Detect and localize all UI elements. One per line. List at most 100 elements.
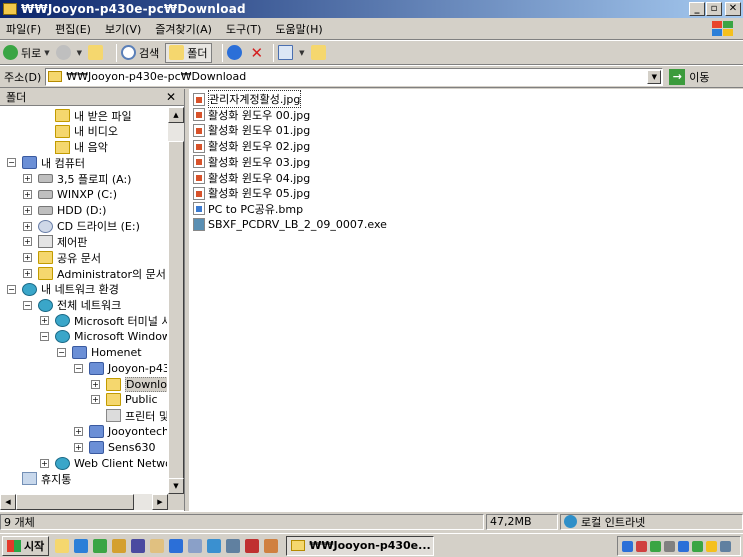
tree-item[interactable]: − 전체 네트워크 [23,298,121,313]
title-bar[interactable]: ₩₩Jooyon-p430e-pc₩Download _ ▫ ✕ [0,0,743,18]
expand-icon[interactable]: + [23,221,32,231]
tree-item[interactable]: 내 음악 [55,140,108,155]
go-button[interactable]: → 이동 [669,68,710,85]
tree-item[interactable]: + Administrator의 문서 [23,266,166,281]
tree-item[interactable]: + 공유 문서 [23,250,101,265]
file-item[interactable]: 활성화 윈도우 04.jpg [193,170,310,186]
file-item[interactable]: SBXF_PCDRV_LB_2_09_0007.exe [193,217,387,233]
address-input[interactable]: ₩₩Jooyon-p430e-pc₩Download ▼ [45,67,664,86]
collapse-icon[interactable]: − [74,363,83,373]
close-folders-pane-button[interactable]: ✕ [166,90,176,104]
file-item[interactable]: 활성화 윈도우 03.jpg [193,154,310,170]
views-button[interactable]: ▼ [278,45,305,60]
tree-item[interactable]: + Jooyontech [74,424,167,439]
tree-item[interactable]: − 내 네트워크 환경 [7,282,119,297]
tree-item[interactable]: + Sens630 [74,440,155,455]
menu-tools[interactable]: 도구(T) [226,21,262,37]
tree-item[interactable]: + WINXP (C:) [23,187,117,202]
delete-button[interactable]: ✕ [251,44,264,62]
menu-help[interactable]: 도움말(H) [275,21,322,37]
expand-icon[interactable]: + [23,237,32,247]
expand-icon[interactable]: + [23,253,32,263]
expand-icon[interactable]: + [23,269,32,278]
collapse-icon[interactable]: − [40,332,49,342]
scroll-left-button[interactable]: ◀ [0,494,16,510]
tray-icon[interactable] [692,540,703,552]
minimize-button[interactable]: _ [689,2,705,16]
tree-item[interactable]: + Download [91,376,167,392]
app-icon[interactable] [112,538,127,553]
tree-item[interactable]: + Microsoft 터미널 서 [40,313,167,328]
file-item[interactable]: 활성화 윈도우 01.jpg [193,122,310,138]
menu-view[interactable]: 보기(V) [105,21,141,37]
app-icon[interactable] [207,538,222,553]
tray-icon[interactable] [706,540,717,552]
tree-item[interactable]: − Homenet [57,345,142,360]
expand-icon[interactable]: + [91,395,100,405]
taskbar-window-button[interactable]: ₩₩Jooyon-p430e... [286,535,435,556]
file-item[interactable]: 활성화 윈도우 05.jpg [193,185,310,201]
scroll-down-button[interactable]: ▼ [168,478,184,494]
tray-icon[interactable] [622,540,633,552]
tray-icon[interactable] [678,540,689,552]
app-icon[interactable] [131,538,146,553]
file-item[interactable]: 활성화 윈도우 00.jpg [193,107,310,123]
address-dropdown-button[interactable]: ▼ [647,69,662,84]
tree-item[interactable]: + CD 드라이브 (E:) [23,219,140,234]
expand-icon[interactable]: + [74,427,83,436]
expand-icon[interactable]: + [40,458,49,468]
tree-item[interactable]: − Microsoft Windows [40,329,167,344]
vertical-scrollbar[interactable]: ▲ ▼ [168,107,184,494]
app-icon[interactable] [93,538,108,553]
app-icon[interactable] [169,538,184,553]
tree-item[interactable]: 휴지통 [22,471,71,486]
collapse-icon[interactable]: − [7,284,16,294]
app-icon[interactable] [264,538,279,553]
close-button[interactable]: ✕ [725,2,741,16]
scroll-up-button[interactable]: ▲ [168,107,184,123]
explorer-icon[interactable] [55,538,70,553]
tray-icon[interactable] [720,540,731,552]
tree-item[interactable]: 프린터 및 [106,408,167,423]
tray-icon[interactable] [650,540,661,552]
forward-button[interactable]: ▼ [55,45,82,60]
tree-item[interactable]: + 제어판 [23,234,87,249]
file-item[interactable]: 활성화 윈도우 02.jpg [193,138,310,154]
folders-button[interactable]: 폴더 [165,42,212,63]
expand-icon[interactable]: + [23,190,32,199]
up-folder-button[interactable] [88,45,106,60]
tree-item[interactable]: + HDD (D:) [23,203,106,218]
tree-item[interactable]: 내 비디오 [55,124,118,139]
expand-icon[interactable]: + [40,316,49,326]
app-icon[interactable] [226,538,241,553]
maximize-button[interactable]: ▫ [706,2,722,16]
tree-item[interactable]: 내 받은 파일 [55,108,132,123]
tree-item[interactable]: + Web Client Network [40,456,167,471]
expand-icon[interactable]: + [91,379,100,389]
file-item[interactable]: PC to PC공유.bmp [193,201,303,217]
hand-icon[interactable] [150,538,165,553]
expand-icon[interactable]: + [74,442,83,452]
expand-icon[interactable]: + [23,205,32,215]
app-icon[interactable] [188,538,203,553]
app-icon[interactable] [245,538,260,553]
menu-edit[interactable]: 편집(E) [55,21,91,37]
collapse-icon[interactable]: − [7,158,16,168]
folder-options-button[interactable] [310,45,329,60]
tray-icon[interactable] [636,540,647,552]
file-item[interactable]: 관리자계정활성.jpg [193,90,302,108]
tray-icon[interactable] [664,540,675,552]
tree-item[interactable]: + Public [91,392,158,407]
tree-item[interactable]: +3,5 플로피 (A:) [23,171,131,186]
undo-button[interactable] [226,45,245,60]
menu-file[interactable]: 파일(F) [6,21,41,37]
expand-icon[interactable]: + [23,174,32,184]
menu-favorites[interactable]: 즐겨찾기(A) [155,21,212,37]
scroll-thumb[interactable] [16,494,134,510]
start-button[interactable]: 시작 [2,535,50,556]
scroll-right-button[interactable]: ▶ [152,494,168,510]
scroll-thumb[interactable] [168,141,184,493]
horizontal-scrollbar[interactable]: ◀ ▶ [0,494,168,510]
search-button[interactable]: 검색 [121,45,159,61]
back-button[interactable]: 뒤로 ▼ [3,45,50,61]
